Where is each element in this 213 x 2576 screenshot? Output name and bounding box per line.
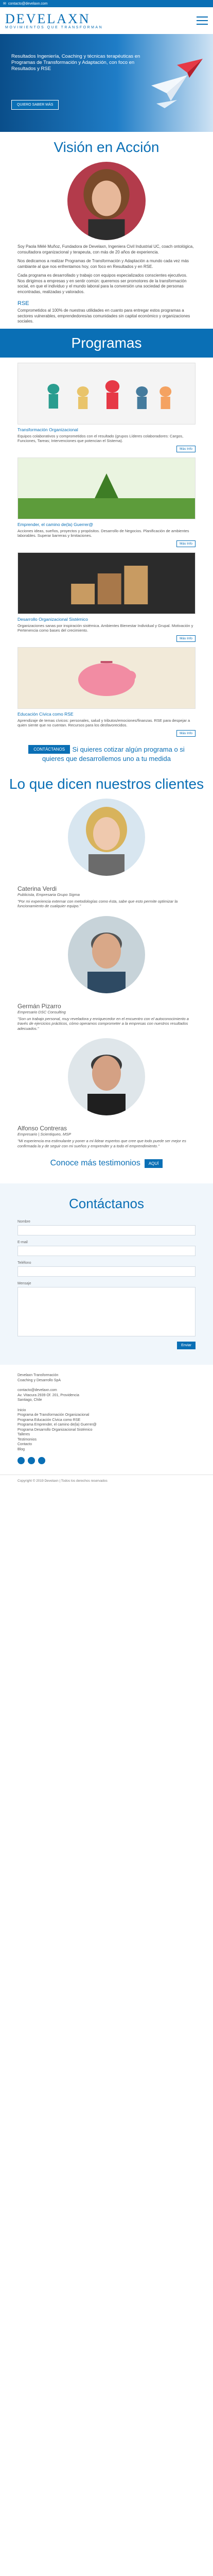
email-label: E-mail xyxy=(17,1241,28,1244)
message-field: Mensaje xyxy=(17,1282,196,1336)
more-testimonials: Conoce más testimonios AQUÍ xyxy=(0,1154,213,1178)
program-card: Transformación Organizacional Equipos co… xyxy=(17,362,196,452)
rse-text: Comprometidos al 100% de nuestras utilid… xyxy=(17,308,190,324)
footer-email[interactable]: contacto@develaxn.com xyxy=(17,1388,196,1393)
copyright: Copyright © 2019 Develaxn | Todos los de… xyxy=(0,1475,213,1487)
contact-cta: CONTÁCTANOS Si quieres cotizar algún pro… xyxy=(0,740,213,769)
linkedin-icon[interactable] xyxy=(28,1457,35,1464)
program-image-blocks xyxy=(17,552,196,614)
contact-us-button[interactable]: CONTÁCTANOS xyxy=(28,744,70,754)
testimonial-photo xyxy=(68,1038,145,1115)
footer-address-line: Av. Vitacura 2939 Of. 201, Providencia xyxy=(17,1393,79,1397)
footer-link[interactable]: Programa Desarrollo Organizacional Sisté… xyxy=(17,1428,196,1433)
testimonial: Alfonso Contreras Empresario | Scientiqu… xyxy=(0,1125,213,1148)
program-title[interactable]: Transformación Organizacional xyxy=(17,427,196,432)
logo-wordmark: DEVELAXN xyxy=(5,11,91,26)
testimonial-role: Empresario DSC Consulting xyxy=(17,1009,66,1014)
rse-title: RSE xyxy=(17,300,29,307)
hero-cta-button[interactable]: QUIERO SABER MÁS xyxy=(11,100,59,110)
footer-company: Develaxn Transformación Coaching y Desar… xyxy=(17,1373,196,1383)
program-card: Emprender, el camino de(la) Guerrer@ Acc… xyxy=(17,457,196,547)
footer-link[interactable]: Talleres xyxy=(17,1432,196,1437)
testimonials-title: Lo que dicen nuestros clientes xyxy=(9,775,204,792)
footer-link[interactable]: Blog xyxy=(17,1447,196,1452)
more-info-button[interactable]: Más Info xyxy=(176,730,196,737)
testimonial: Caterina Verdi Publicista, Empresaria Gr… xyxy=(0,885,213,909)
more-testimonials-button[interactable]: AQUÍ xyxy=(144,1159,163,1168)
vision-title: Visión en Acción xyxy=(54,139,159,155)
founder-photo xyxy=(67,162,146,240)
hero-banner: Resultados Ingeniería, Coaching y técnic… xyxy=(0,34,213,132)
testimonial-photo xyxy=(68,798,145,876)
more-info-button[interactable]: Más Info xyxy=(176,635,196,642)
social-links xyxy=(17,1457,196,1464)
contact-section: Contáctanos Nombre E-mail Teléfono Mensa… xyxy=(0,1183,213,1365)
logo[interactable]: DEVELAXN MOVIMIENTOS QUE TRANSFORMAN xyxy=(5,12,103,29)
program-desc: Aprendizaje de temas cívicos: personales… xyxy=(17,718,190,728)
footer-address-line: Santiago, Chile xyxy=(17,1398,42,1402)
facebook-icon[interactable] xyxy=(17,1457,25,1464)
contact-title: Contáctanos xyxy=(69,1196,144,1211)
email-input[interactable] xyxy=(17,1246,196,1256)
footer-links: Inicio Programa de Transformación Organi… xyxy=(17,1408,196,1452)
footer-company-line: Develaxn Transformación xyxy=(17,1374,59,1377)
program-card: Educación Cívica como RSE Aprendizaje de… xyxy=(17,647,196,737)
phone-input[interactable] xyxy=(17,1266,196,1277)
logo-tagline: MOVIMIENTOS QUE TRANSFORMAN xyxy=(5,25,103,29)
testimonial: Germán Pizarro Empresario DSC Consulting… xyxy=(0,1003,213,1031)
name-field: Nombre xyxy=(17,1220,196,1235)
more-info-button[interactable]: Más Info xyxy=(176,445,196,452)
footer-address: contacto@develaxn.com Av. Vitacura 2939 … xyxy=(17,1388,196,1403)
testimonial-quote: "Son un trabajo personal, muy reveladora… xyxy=(17,1016,189,1031)
program-card: Desarrollo Organizacional Sistémico Orga… xyxy=(17,552,196,642)
vision-paragraph-3: Cada programa es desarrollado y trabajo … xyxy=(17,273,187,294)
more-info-button[interactable]: Más Info xyxy=(176,540,196,547)
menu-hamburger-icon[interactable] xyxy=(197,16,208,25)
testimonial-name: Caterina Verdi xyxy=(17,885,57,892)
message-textarea[interactable] xyxy=(17,1287,196,1336)
email-field: E-mail xyxy=(17,1241,196,1256)
email-icon: ✉ xyxy=(3,2,6,6)
program-image-piggy xyxy=(17,647,196,709)
footer-link[interactable]: Contacto xyxy=(17,1442,196,1447)
phone-field: Teléfono xyxy=(17,1261,196,1277)
program-desc: Acciones ideas, sueños, proyectos y prop… xyxy=(17,528,189,538)
instagram-icon[interactable] xyxy=(38,1457,45,1464)
program-desc: Organizaciones sanas por inspiración sis… xyxy=(17,623,193,633)
send-button[interactable]: Enviar xyxy=(177,1342,196,1349)
testimonial-photo xyxy=(68,916,145,993)
testimonial-quote: "Por mi experiencia externar con metodol… xyxy=(17,899,178,909)
top-email[interactable]: contacto@develaxn.com xyxy=(8,2,48,6)
hero-text: Resultados Ingeniería, Coaching y técnic… xyxy=(11,54,140,72)
paper-planes-illustration xyxy=(151,59,203,108)
testimonial-role: Empresario | Scientiqueo, MSP xyxy=(17,1132,72,1137)
testimonial-role: Publicista, Empresaria Grupo Sigma xyxy=(17,892,80,897)
footer-company-line: Coaching y Desarrollo SpA xyxy=(17,1378,61,1382)
programs-title: Programas xyxy=(0,328,213,358)
footer-link[interactable]: Inicio xyxy=(17,1408,196,1413)
more-testimonials-text: Conoce más testimonios xyxy=(50,1159,140,1167)
program-image-figures xyxy=(17,362,196,425)
footer-link[interactable]: Programa Emprender, el camino de(la) Gue… xyxy=(17,1422,196,1428)
site-footer: Develaxn Transformación Coaching y Desar… xyxy=(0,1365,213,1475)
program-title[interactable]: Desarrollo Organizacional Sistémico xyxy=(17,617,196,622)
testimonial-name: Germán Pizarro xyxy=(17,1002,61,1010)
phone-label: Teléfono xyxy=(17,1261,31,1265)
top-contact-bar: ✉ contacto@develaxn.com xyxy=(0,0,213,7)
vision-paragraph-2: Nos dedicamos a realizar Programas de Tr… xyxy=(17,259,189,269)
footer-link[interactable]: Programa de Transformación Organizaciona… xyxy=(17,1413,196,1418)
testimonial-name: Alfonso Contreras xyxy=(17,1125,67,1132)
program-desc: Equipos colaborativos y comprometidos co… xyxy=(17,433,184,444)
name-input[interactable] xyxy=(17,1225,196,1235)
program-title[interactable]: Emprender, el camino de(la) Guerrer@ xyxy=(17,522,196,527)
footer-link[interactable]: Testimonios xyxy=(17,1437,196,1443)
name-label: Nombre xyxy=(17,1220,30,1224)
program-image-grass xyxy=(17,457,196,519)
program-title[interactable]: Educación Cívica como RSE xyxy=(17,711,196,717)
footer-link[interactable]: Programa Educación Cívica como RSE xyxy=(17,1418,196,1423)
testimonial-quote: "Mi experiencia era estimulante y poner … xyxy=(17,1139,186,1148)
message-label: Mensaje xyxy=(17,1282,31,1285)
site-header: DEVELAXN MOVIMIENTOS QUE TRANSFORMAN xyxy=(0,7,213,34)
vision-paragraph-1: Soy Paola Mèlé Muñoz, Fundadora de Devel… xyxy=(17,244,194,255)
